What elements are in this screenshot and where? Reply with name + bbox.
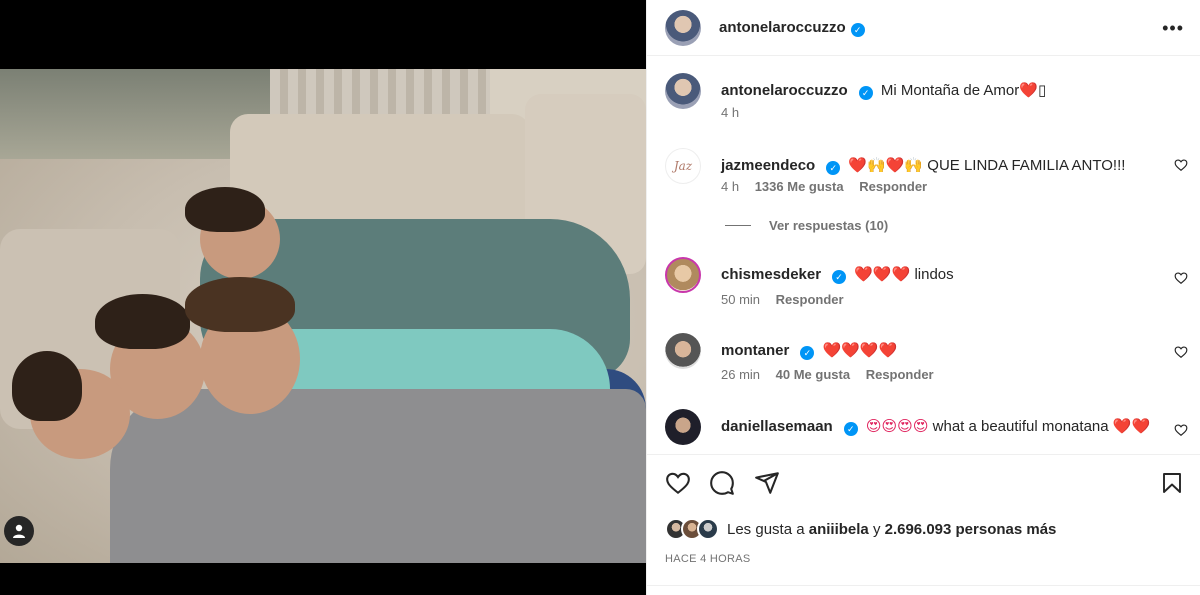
caption-username[interactable]: antonelaroccuzzo xyxy=(721,82,848,99)
photo-hair xyxy=(185,277,295,332)
jazmeen-logo-icon: Jaz xyxy=(673,159,693,173)
likers-avatars[interactable] xyxy=(665,518,721,540)
liker-avatar xyxy=(697,518,719,540)
comment-body: montaner ✓ ❤️❤️❤️❤️ xyxy=(721,340,1156,361)
comment-body: jazmeendeco ✓ ❤️🙌❤️🙌 QUE LINDA FAMILIA AN… xyxy=(721,155,1156,176)
comment-username[interactable]: montaner xyxy=(721,342,789,359)
comment-meta: 4 h 1336 Me gusta Responder xyxy=(721,179,939,194)
like-comment-icon[interactable] xyxy=(1174,423,1188,437)
caption-body: antonelaroccuzzo ✓ Mi Montaña de Amor❤️▯ xyxy=(721,80,1156,101)
reply-button[interactable]: Responder xyxy=(866,367,934,382)
author-avatar[interactable] xyxy=(665,9,701,46)
comment-avatar[interactable]: Jaz xyxy=(665,148,701,184)
comment-emojis: 😍😍😍😍 xyxy=(865,417,929,435)
more-options-icon[interactable]: ••• xyxy=(1162,18,1184,39)
likes-summary: Les gusta a aniiibela y 2.696.093 person… xyxy=(665,518,1056,540)
caption-avatar[interactable] xyxy=(665,73,701,109)
heart-emoji: ❤️ xyxy=(1019,81,1038,99)
comment-text: QUE LINDA FAMILIA ANTO!!! xyxy=(927,157,1126,174)
comment-avatar[interactable] xyxy=(665,333,701,369)
comment-username[interactable]: chismesdeker xyxy=(721,266,821,283)
post-actions: Les gusta a aniiibela y 2.696.093 person… xyxy=(647,454,1200,584)
comment-icon[interactable] xyxy=(709,470,735,496)
post-photo[interactable] xyxy=(0,69,646,563)
comment-time[interactable]: 50 min xyxy=(721,292,760,307)
comment-time[interactable]: 4 h xyxy=(721,179,739,194)
verified-icon: ✓ xyxy=(850,22,865,37)
comment-emojis: ❤️❤️❤️❤️ xyxy=(822,341,898,359)
tagged-user-button[interactable] xyxy=(4,516,34,546)
comment-avatar[interactable] xyxy=(665,409,701,445)
likes-connector: y xyxy=(872,520,881,538)
like-comment-icon[interactable] xyxy=(1174,271,1188,285)
divider xyxy=(647,585,1200,595)
caption-text: Mi Montaña de Amor xyxy=(880,82,1020,99)
post-media[interactable] xyxy=(0,0,646,595)
comment-time[interactable]: 26 min xyxy=(721,367,760,382)
comment-meta: 26 min 40 Me gusta Responder xyxy=(721,367,946,382)
verified-icon: ✓ xyxy=(858,86,873,100)
comment-likes[interactable]: 1336 Me gusta xyxy=(755,179,844,194)
comment-text: what a beautiful monatana xyxy=(932,418,1109,435)
verified-icon: ✓ xyxy=(843,422,858,436)
verified-icon: ✓ xyxy=(832,270,847,284)
comment-body: chismesdeker ✓ ❤️❤️❤️ lindos xyxy=(721,264,1156,285)
post-timestamp[interactable]: HACE 4 HORAS xyxy=(665,553,751,565)
comment-avatar[interactable] xyxy=(665,257,701,293)
user-icon xyxy=(13,524,25,538)
likes-prefix: Les gusta a xyxy=(727,520,805,538)
unknown-glyph: ▯ xyxy=(1037,82,1047,99)
photo-hair xyxy=(95,294,190,349)
comment-username[interactable]: daniellasemaan xyxy=(721,418,833,435)
comment-emojis: ❤️🙌❤️🙌 xyxy=(848,156,924,174)
view-replies-label[interactable]: Ver respuestas (10) xyxy=(769,218,888,233)
photo-adult xyxy=(110,389,646,563)
liker-username[interactable]: aniiibela xyxy=(809,521,869,538)
like-icon[interactable] xyxy=(665,470,691,496)
caption-meta: 4 h xyxy=(721,105,751,120)
photo-hair xyxy=(12,351,82,421)
post-sidebar: antonelaroccuzzo ✓ ••• antonelaroccuzzo ✓ … xyxy=(646,0,1200,595)
verified-icon: ✓ xyxy=(826,161,841,175)
reply-button[interactable]: Responder xyxy=(859,179,927,194)
like-comment-icon[interactable] xyxy=(1174,158,1188,172)
comment-body: daniellasemaan ✓ 😍😍😍😍 what a beautiful mo… xyxy=(721,416,1156,437)
replies-divider xyxy=(725,225,751,226)
caption-time[interactable]: 4 h xyxy=(721,105,739,120)
reply-button[interactable]: Responder xyxy=(776,292,844,307)
comment-text: lindos xyxy=(914,266,954,283)
comment-emojis: ❤️❤️❤️ xyxy=(854,265,911,283)
verified-icon: ✓ xyxy=(800,346,815,360)
comment-emojis-tail: ❤️❤️ xyxy=(1112,417,1151,435)
comment-meta: 50 min Responder xyxy=(721,292,856,307)
share-icon[interactable] xyxy=(754,470,780,496)
comments-list: antonelaroccuzzo ✓ Mi Montaña de Amor❤️▯ … xyxy=(647,57,1200,453)
like-comment-icon[interactable] xyxy=(1174,345,1188,359)
author-username[interactable]: antonelaroccuzzo xyxy=(719,19,846,36)
post-header: antonelaroccuzzo ✓ ••• xyxy=(647,0,1200,56)
author-link[interactable]: antonelaroccuzzo ✓ xyxy=(719,19,865,37)
likes-count-link[interactable]: 2.696.093 personas más xyxy=(885,521,1057,538)
save-icon[interactable] xyxy=(1160,470,1184,496)
comment-likes[interactable]: 40 Me gusta xyxy=(776,367,850,382)
comment-username[interactable]: jazmeendeco xyxy=(721,157,815,174)
photo-hair xyxy=(185,187,265,232)
view-replies-button[interactable]: Ver respuestas (10) xyxy=(725,218,888,233)
